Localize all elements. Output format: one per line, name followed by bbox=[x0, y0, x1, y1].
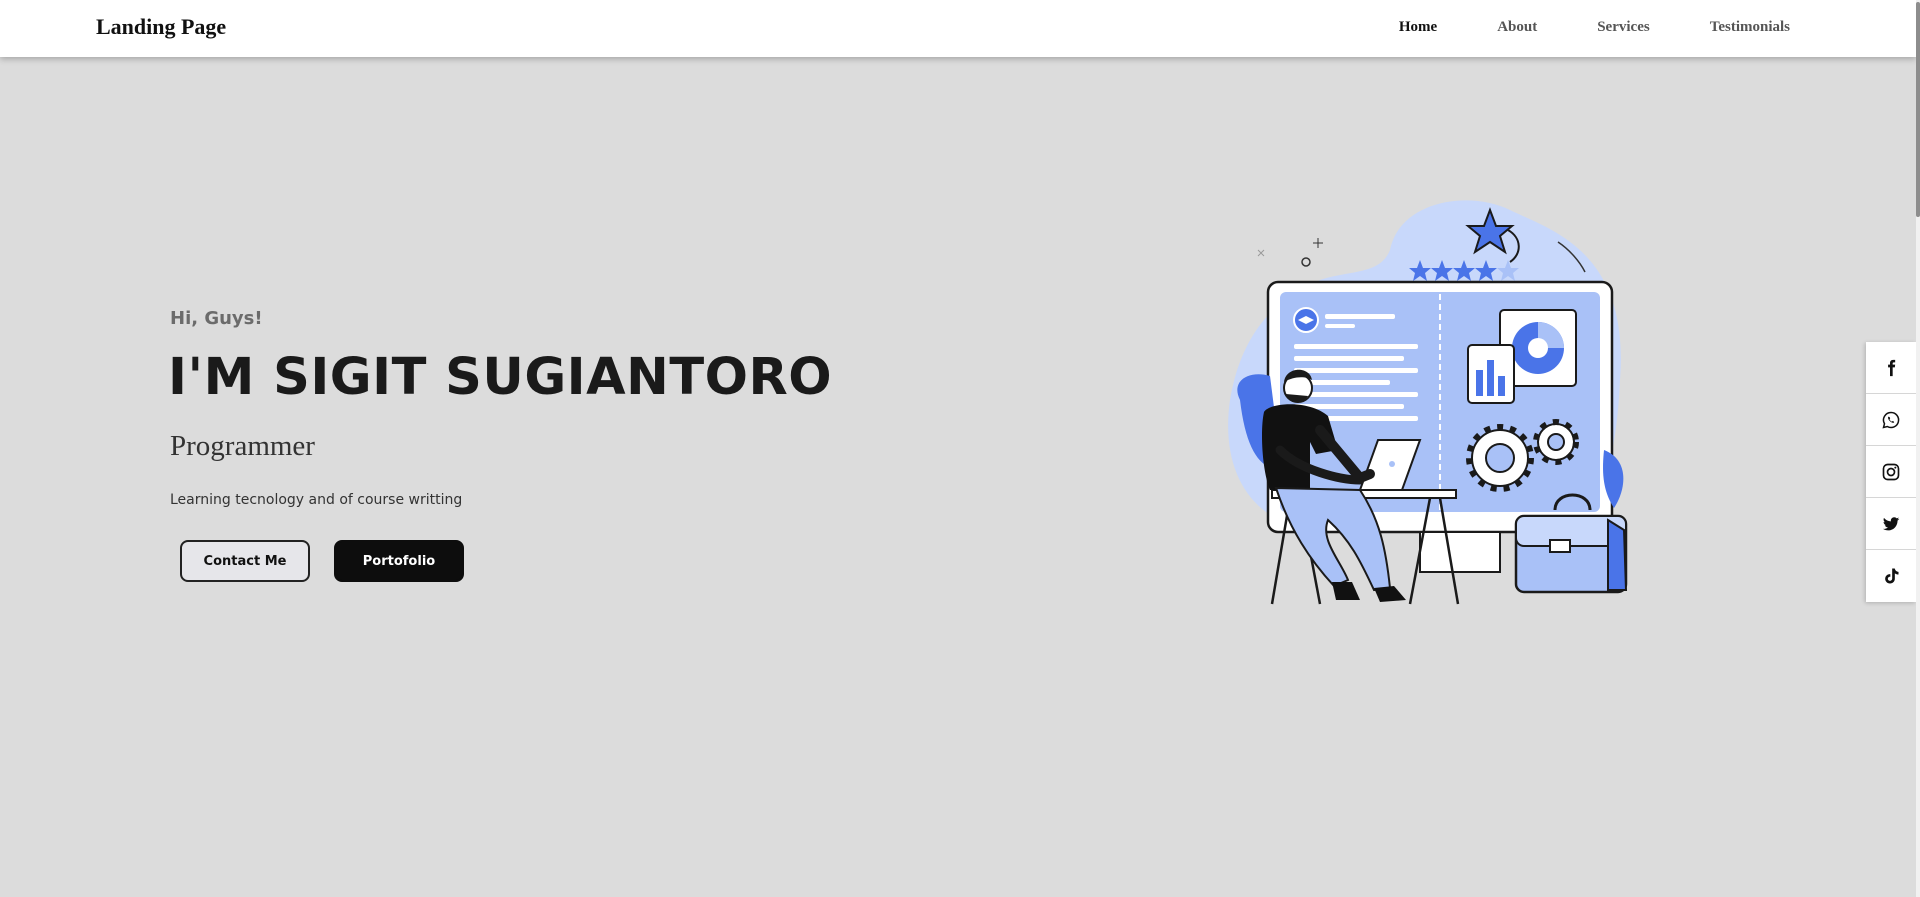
nav-link-home[interactable]: Home bbox=[1399, 19, 1437, 36]
person-at-laptop-dashboard-illustration bbox=[1228, 200, 1628, 605]
hero-tagline: Learning tecnology and of course writtin… bbox=[170, 492, 463, 508]
hero-greeting: Hi, Guys! bbox=[170, 308, 263, 329]
facebook-icon bbox=[1888, 359, 1896, 376]
social-instagram-link[interactable] bbox=[1866, 446, 1916, 498]
social-tiktok-link[interactable] bbox=[1866, 550, 1916, 602]
twitter-icon bbox=[1883, 516, 1900, 530]
contact-me-button[interactable]: Contact Me bbox=[180, 540, 310, 582]
hero-name: I'M SIGIT SUGIANTORO bbox=[168, 348, 833, 407]
social-facebook-link[interactable] bbox=[1866, 342, 1916, 394]
hero-illustration bbox=[1210, 190, 1640, 610]
social-twitter-link[interactable] bbox=[1866, 498, 1916, 550]
nav-link-services[interactable]: Services bbox=[1597, 19, 1649, 36]
nav-links: Home About Services Testimonials bbox=[1399, 19, 1790, 36]
social-whatsapp-link[interactable] bbox=[1866, 394, 1916, 446]
hero-role: Programmer bbox=[170, 430, 315, 462]
social-sidebar bbox=[1866, 342, 1916, 602]
page-scrollbar[interactable] bbox=[1916, 0, 1920, 897]
whatsapp-icon bbox=[1882, 411, 1900, 429]
navbar: Landing Page Home About Services Testimo… bbox=[0, 0, 1916, 57]
brand-logo[interactable]: Landing Page bbox=[96, 14, 226, 40]
nav-link-testimonials[interactable]: Testimonials bbox=[1710, 19, 1790, 36]
instagram-icon bbox=[1882, 463, 1900, 480]
tiktok-icon bbox=[1885, 568, 1899, 584]
scrollbar-thumb[interactable] bbox=[1916, 2, 1920, 217]
nav-link-about[interactable]: About bbox=[1497, 19, 1537, 36]
portfolio-button[interactable]: Portofolio bbox=[334, 540, 464, 582]
